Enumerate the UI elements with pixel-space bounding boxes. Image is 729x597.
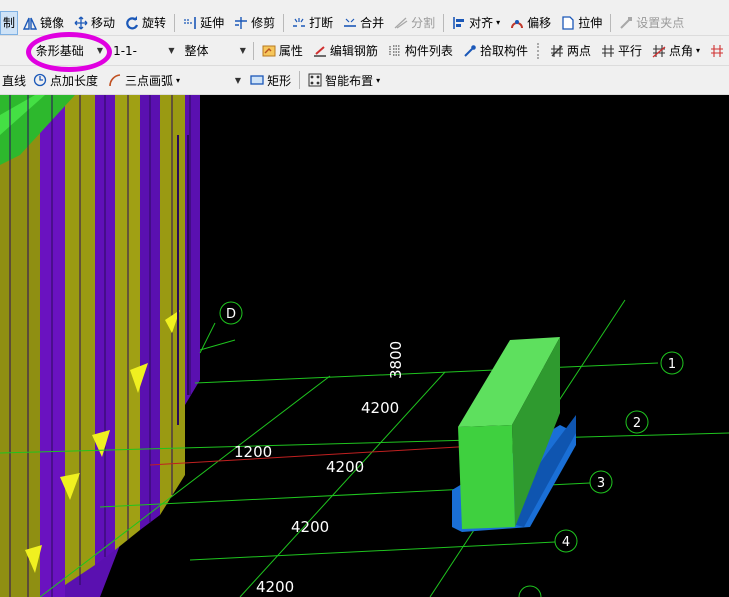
axis-bubble-2: 2 [625, 410, 649, 434]
more-grid-button[interactable] [705, 40, 729, 62]
parallel-button[interactable]: 平行 [596, 40, 647, 62]
align-button[interactable]: 对齐 ▾ [447, 12, 505, 34]
list-icon [389, 44, 400, 56]
axis-bubble-4: 4 [554, 529, 578, 553]
axis-label-d: D [226, 307, 236, 322]
trim-button[interactable]: 修剪 [229, 12, 280, 34]
edit-rebar-button[interactable]: 编辑钢筋 [308, 40, 383, 62]
rotate-icon [126, 15, 139, 29]
3d-viewport[interactable]: D 1 2 3 4 3800 4200 1200 4200 4200 4200 [0, 95, 729, 597]
arc-icon [109, 74, 121, 87]
component-name-select[interactable]: 1-1- ▼ [109, 41, 178, 61]
highlight-annotation-circle [26, 32, 112, 72]
layer-select[interactable]: 整体 ▼ [180, 41, 249, 61]
separator [536, 42, 541, 59]
chevron-down-icon: ▾ [496, 18, 501, 27]
separator [174, 13, 176, 32]
rotate-button[interactable]: 旋转 [120, 12, 171, 34]
component-list-button[interactable]: 构件列表 [383, 40, 458, 62]
axis-bubble-1: 1 [660, 351, 684, 375]
dimension-4200-a: 4200 [361, 399, 399, 417]
axis-label-1: 1 [668, 357, 676, 372]
align-icon [453, 16, 465, 29]
chevron-down-icon: ▾ [176, 75, 181, 85]
modify-toolbar: 制 镜像 移动 旋转 延伸 修剪 打断 合并 分割 对齐 ▾ 偏移 拉伸 设置夹… [0, 10, 729, 36]
dimension-4200-c: 4200 [291, 518, 329, 536]
pick-component-button[interactable]: 拾取构件 [458, 40, 533, 62]
chevron-down-icon: ▼ [239, 46, 246, 55]
mirror-button[interactable]: 镜像 [18, 12, 69, 34]
point-length-button[interactable]: 点加长度 [28, 69, 103, 91]
axis-label-4: 4 [562, 535, 570, 550]
two-points-icon [550, 44, 563, 57]
point-length-icon [33, 73, 47, 87]
three-point-arc-button[interactable]: 三点画弧 ▾ [103, 69, 185, 91]
axis-label-3: 3 [597, 476, 605, 491]
split-button[interactable]: 分割 [389, 12, 440, 34]
two-points-button[interactable]: 两点 [545, 40, 596, 62]
break-button[interactable]: 打断 [287, 12, 338, 34]
separator [283, 13, 285, 32]
break-icon [293, 17, 306, 27]
merge-button[interactable]: 合并 [338, 12, 389, 34]
draw-toolbar: 直线 点加长度 三点画弧 ▾ ▼ 矩形 智能布置 ▾ [0, 66, 729, 95]
grip-icon [620, 16, 633, 29]
set-grip-button[interactable]: 设置夹点 [614, 12, 689, 34]
separator [252, 41, 254, 60]
edit-rebar-icon [313, 45, 326, 57]
point-angle-button[interactable]: 点角 ▾ [647, 40, 705, 62]
axis-bubble-d: D [219, 301, 243, 325]
axis-label-2: 2 [633, 416, 641, 431]
property-icon [262, 45, 276, 56]
dimension-3800: 3800 [387, 341, 405, 379]
chevron-down-icon: ▾ [695, 46, 700, 55]
axis-bubble-3: 3 [589, 470, 613, 494]
line-button[interactable]: 直线 [0, 69, 28, 91]
offset-button[interactable]: 偏移 [505, 12, 556, 34]
merge-icon [344, 18, 357, 27]
trim-icon [235, 16, 248, 29]
point-angle-icon [652, 44, 666, 58]
smart-layout-button[interactable]: 智能布置 ▾ [303, 69, 385, 91]
title-strip [0, 0, 729, 10]
dimension-1200: 1200 [234, 443, 272, 461]
mirror-icon [23, 17, 38, 30]
offset-icon [511, 19, 524, 28]
eyedropper-icon [464, 44, 476, 57]
stretch-icon [562, 15, 574, 30]
chevron-down-icon: ▼ [168, 46, 175, 55]
chevron-down-icon: ▼ [234, 75, 242, 85]
property-button[interactable]: 属性 [257, 40, 308, 62]
arc-option-select[interactable]: ▼ [185, 70, 245, 90]
dimension-4200-b: 4200 [326, 458, 364, 476]
separator [610, 13, 612, 32]
footing-front-face [458, 425, 515, 529]
copy-button[interactable]: 制 [0, 10, 19, 35]
dimension-4200-d: 4200 [256, 578, 294, 596]
grid-red-icon [711, 44, 723, 57]
extend-button[interactable]: 延伸 [178, 12, 229, 34]
rectangle-icon [250, 75, 264, 85]
smart-layout-icon [308, 73, 322, 87]
separator [443, 13, 445, 32]
move-button[interactable]: 移动 [69, 12, 120, 34]
wall-olive-face [0, 95, 40, 597]
extend-icon [184, 16, 196, 29]
chevron-down-icon: ▾ [376, 75, 381, 85]
rectangle-button[interactable]: 矩形 [245, 69, 296, 91]
stretch-button[interactable]: 拉伸 [556, 12, 607, 34]
parallel-icon [601, 44, 614, 57]
move-icon [74, 16, 88, 29]
split-icon [394, 17, 408, 29]
separator [299, 71, 301, 89]
